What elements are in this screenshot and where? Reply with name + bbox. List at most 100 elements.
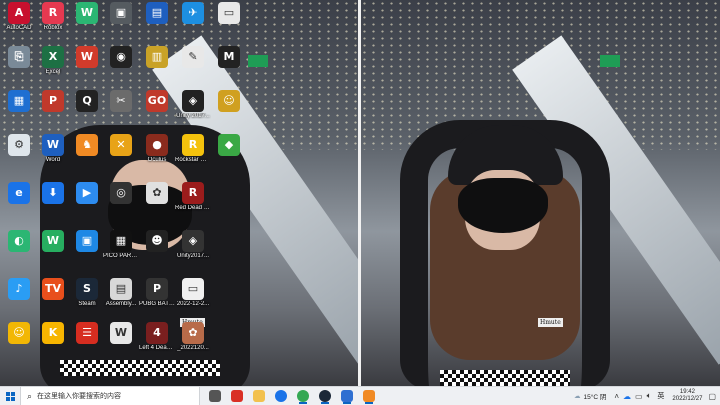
desktop-icon[interactable]: ▤	[140, 2, 174, 25]
desktop-icon[interactable]: A AutoCAD	[2, 2, 36, 32]
desktop-icon[interactable]: ☻	[140, 230, 174, 253]
desktop-icon[interactable]: RRed Dead Redempti...	[175, 182, 211, 212]
desktop-icon[interactable]: e	[2, 182, 36, 205]
game-icon: ☻	[146, 230, 168, 252]
taskbar-app-steam[interactable]	[314, 387, 336, 405]
desktop-icon[interactable]: ✈	[176, 2, 210, 25]
desktop-icon[interactable]: ▣	[70, 230, 104, 253]
taskbar-app-task-view[interactable]	[204, 387, 226, 405]
desktop-icon[interactable]: ▤ Assembly...	[104, 278, 138, 308]
desktop-icon[interactable]: PPUBG BATTLEGR...	[139, 278, 175, 308]
taskbar-app-chrome[interactable]	[292, 387, 314, 405]
rockstar-icon: R	[182, 134, 204, 156]
desktop-icon[interactable]: Q	[70, 90, 104, 113]
desktop-icon[interactable]: ▦PICO PARKClass...	[103, 230, 139, 260]
desktop-icon[interactable]: ▭	[212, 2, 246, 25]
desktop-icon[interactable]: ◐	[2, 230, 36, 253]
taskbar-app-edge[interactable]	[270, 387, 292, 405]
app-icon: ♪	[8, 278, 30, 300]
app-icon: ▶	[76, 182, 98, 204]
desktop-icon-label: Word	[45, 157, 61, 163]
file-explorer-icon	[253, 390, 265, 402]
desktop-icon[interactable]: ✕	[104, 134, 138, 157]
app-icon: ✿	[146, 182, 168, 204]
desktop-icon[interactable]: ▭ 2022-12-2...	[176, 278, 210, 308]
taskbar-app-game[interactable]	[336, 387, 358, 405]
desktop-icon-label: Assembly...	[105, 301, 137, 307]
unity-icon: ◈	[182, 90, 204, 112]
notification-icon[interactable]: ▢	[708, 392, 716, 401]
desktop-icon[interactable]: K	[36, 322, 70, 345]
taskbar-search-box[interactable]: ⌕ 在这里输入你要搜索的内容	[20, 387, 200, 405]
app-icon: ◉	[110, 46, 132, 68]
taskbar-clock[interactable]: 19:42 2022/12/27	[672, 389, 702, 403]
desktop-icon[interactable]: ✎	[176, 46, 210, 69]
desktop-icon[interactable]: ◉	[104, 46, 138, 69]
file-icon: ▤	[110, 278, 132, 300]
wallpaper-photo-right: Hmute	[360, 0, 720, 386]
desktop-icon[interactable]: ✿ _2022120...	[176, 322, 210, 352]
game-icon: M	[218, 46, 240, 68]
start-button[interactable]	[0, 387, 20, 405]
desktop-icon[interactable]: ⚙	[2, 134, 36, 157]
desktop-icon[interactable]: ◈ Unity 2017...	[176, 90, 210, 120]
cloud-sync-icon[interactable]: ☁	[623, 392, 631, 401]
desktop-icon[interactable]: X Excel	[36, 46, 70, 76]
network-icon[interactable]: ▭	[635, 392, 643, 401]
desktop-icon[interactable]: 4 Left 4 Dead 2	[139, 322, 175, 352]
desktop-icon[interactable]: W Word	[36, 134, 70, 164]
clock-time: 19:42	[679, 389, 695, 395]
desktop-icon[interactable]: ✂	[104, 90, 138, 113]
exit-sign	[600, 55, 620, 67]
game-icon: ▦	[110, 230, 132, 252]
desktop-icon[interactable]: ▥	[140, 46, 174, 69]
desktop-icon-label: Rockstar Games	[175, 157, 211, 163]
app-icon: ▤	[146, 2, 168, 24]
app-icon: ✈	[182, 2, 204, 24]
desktop-icon[interactable]: R Roblox	[36, 2, 70, 32]
desktop-icon[interactable]: S Steam	[70, 278, 104, 308]
taskbar-app-orange-app[interactable]	[358, 387, 380, 405]
desktop-icon[interactable]: M	[212, 46, 246, 69]
desktop-icon[interactable]: ☰	[70, 322, 104, 345]
input-language[interactable]: 英	[657, 391, 664, 401]
chevron-up-icon[interactable]: ˄	[614, 392, 619, 401]
desktop-icon[interactable]: ▦	[2, 90, 36, 113]
desktop-icon[interactable]: ● Oculus	[140, 134, 174, 164]
desktop-icon[interactable]: ☺	[2, 322, 36, 345]
desktop-icon[interactable]: W	[104, 322, 138, 345]
desktop-icon[interactable]: ♞	[70, 134, 104, 157]
desktop-icon[interactable]: TV	[36, 278, 70, 301]
game-icon: ▣	[110, 2, 132, 24]
desktop-icon[interactable]: ▶	[70, 182, 104, 205]
taskbar-app-file-explorer[interactable]	[248, 387, 270, 405]
desktop-icon[interactable]: ◎	[104, 182, 138, 205]
desktop-icon[interactable]: ◆	[212, 134, 246, 157]
desktop-icon[interactable]: W	[70, 2, 104, 25]
exit-sign	[248, 55, 268, 67]
desktop-icon[interactable]: W	[36, 230, 70, 253]
desktop-icon[interactable]: ✿	[140, 182, 174, 205]
volume-icon[interactable]: 🔈︎	[647, 391, 652, 401]
search-placeholder: 在这里输入你要搜索的内容	[37, 393, 122, 400]
desktop-icon[interactable]: ☺	[212, 90, 246, 113]
weather-widget[interactable]: ☁ 15°C 阴	[574, 391, 606, 401]
desktop-icon[interactable]: ⬇	[36, 182, 70, 205]
game-icon	[341, 390, 353, 402]
desktop-icon[interactable]: W	[70, 46, 104, 69]
weather-text: 15°C 阴	[583, 394, 607, 401]
desktop-icon[interactable]: ▣	[104, 2, 138, 25]
desktop-icon-label: Oculus	[147, 157, 167, 163]
taskbar-app-calendar[interactable]	[226, 387, 248, 405]
app-icon: ☺	[8, 322, 30, 344]
desktop-icon[interactable]: ⎘	[2, 46, 36, 69]
desktop-icon[interactable]: ◈ Unity2017...	[176, 230, 210, 260]
app-icon: ♞	[76, 134, 98, 156]
desktop-icon[interactable]: RRockstar Games	[175, 134, 211, 164]
orange-app-icon	[363, 390, 375, 402]
desktop-icon[interactable]: ♪	[2, 278, 36, 301]
game-icon: R	[182, 182, 204, 204]
desktop-icon[interactable]: GO	[140, 90, 174, 113]
desktop-icon[interactable]: P	[36, 90, 70, 113]
word-icon: W	[110, 322, 132, 344]
